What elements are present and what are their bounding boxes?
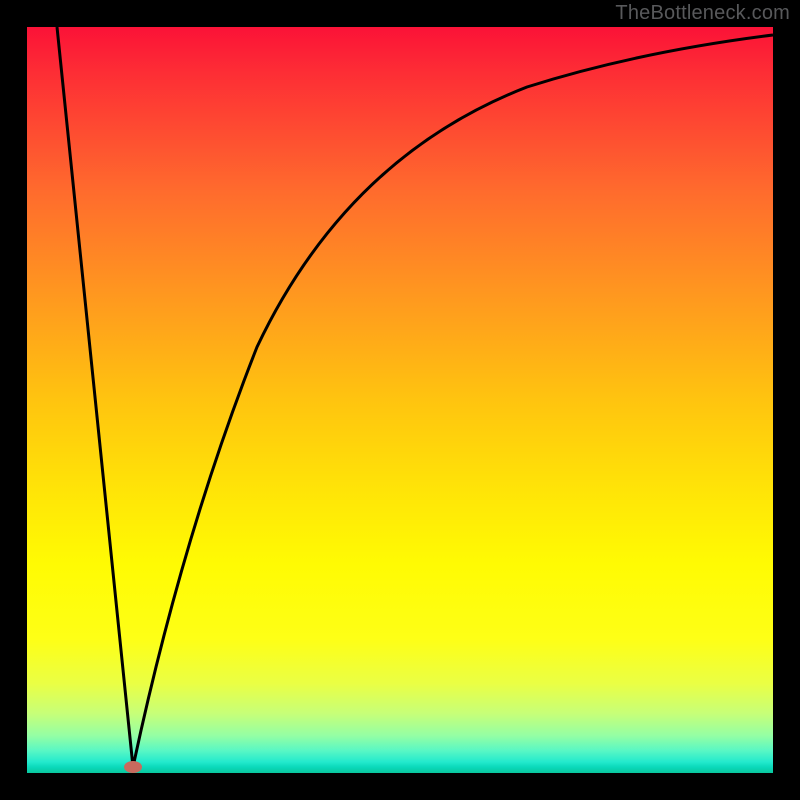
plot-area bbox=[27, 27, 773, 773]
bottleneck-curve bbox=[57, 27, 773, 767]
chart-frame: TheBottleneck.com bbox=[0, 0, 800, 800]
curve-svg bbox=[27, 27, 773, 773]
min-marker bbox=[124, 761, 142, 773]
watermark-text: TheBottleneck.com bbox=[615, 2, 790, 25]
